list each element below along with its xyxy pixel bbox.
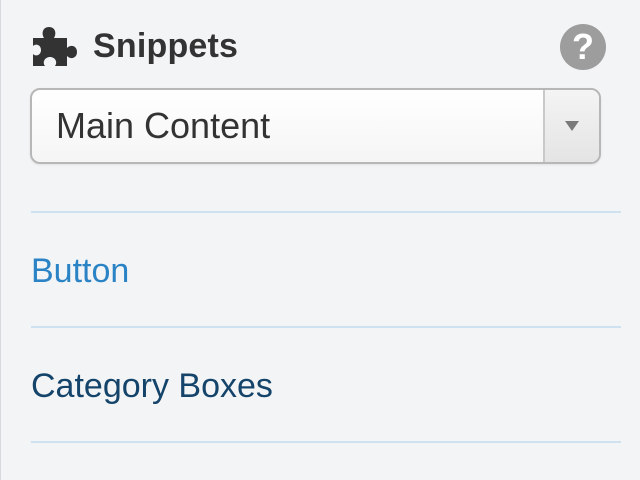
triangle-down-icon xyxy=(565,121,579,131)
snippets-panel: Snippets ? Main Content Button Category … xyxy=(0,0,640,480)
dropdown-toggle[interactable] xyxy=(543,90,599,162)
divider xyxy=(31,441,621,443)
snippet-button[interactable]: Button xyxy=(31,251,129,291)
select-value: Main Content xyxy=(56,105,271,146)
puzzle-piece-icon xyxy=(31,24,79,68)
question-circle-icon[interactable]: ? xyxy=(560,24,606,70)
snippet-area-select[interactable]: Main Content xyxy=(30,88,601,164)
snippet-category-boxes[interactable]: Category Boxes xyxy=(31,366,273,406)
divider xyxy=(31,326,621,328)
divider xyxy=(31,211,621,213)
panel-header: Snippets xyxy=(31,22,238,70)
panel-title: Snippets xyxy=(93,26,239,65)
